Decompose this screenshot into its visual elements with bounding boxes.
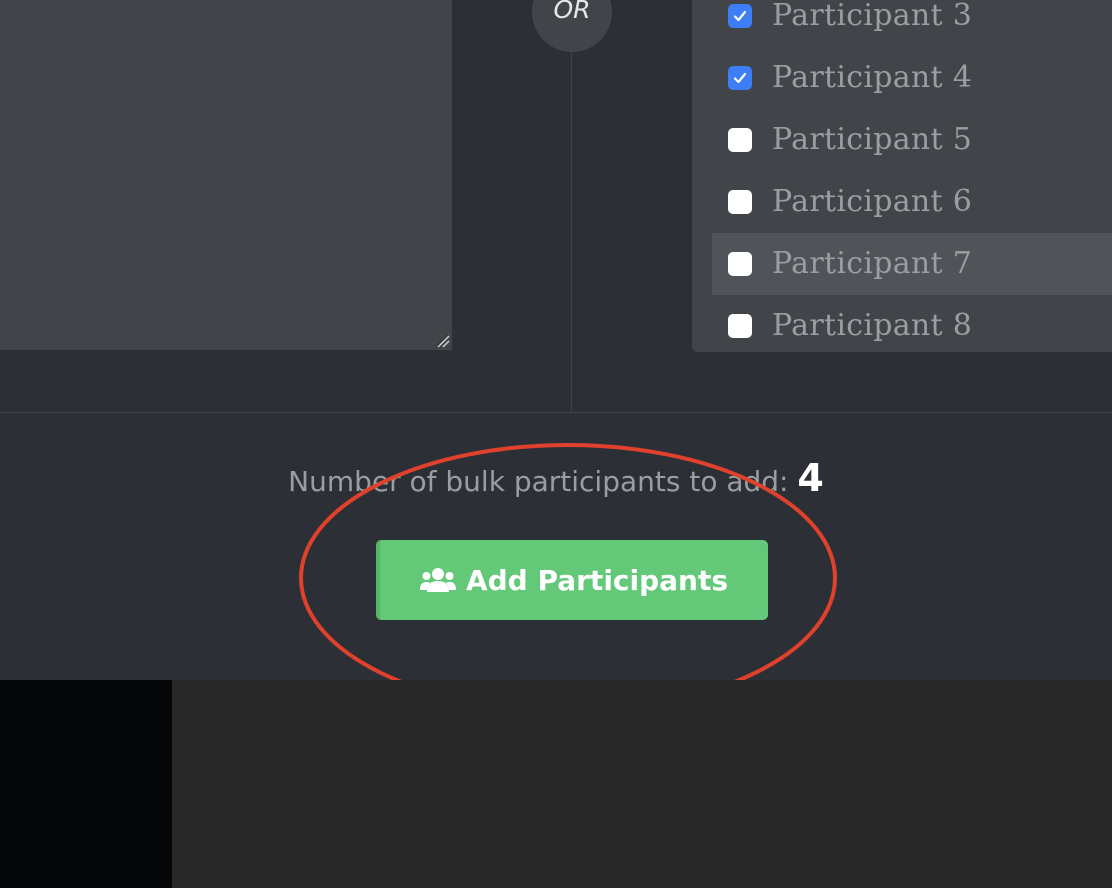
participant-checkbox-list[interactable]: Participant 3 Participant 4 Participant … — [692, 0, 1112, 352]
participant-checkbox[interactable] — [728, 190, 752, 214]
bulk-count-value: 4 — [797, 456, 824, 500]
section-divider — [0, 412, 1112, 413]
participant-checkbox[interactable] — [728, 314, 752, 338]
resize-handle-icon[interactable] — [436, 334, 450, 348]
participant-label: Participant 7 — [772, 246, 973, 281]
check-icon — [733, 10, 747, 22]
participant-label: Participant 4 — [772, 60, 973, 95]
participant-row[interactable]: Participant 5 — [712, 109, 1112, 171]
participant-label: Participant 6 — [772, 184, 973, 219]
or-divider-label: OR — [553, 0, 591, 24]
participant-checkbox[interactable] — [728, 128, 752, 152]
or-divider-line — [571, 0, 572, 412]
add-participants-button[interactable]: Add Participants — [376, 540, 768, 620]
bulk-count-label: Number of bulk participants to add: — [288, 465, 789, 498]
or-divider-badge: OR — [532, 0, 612, 52]
background-panel-left — [0, 680, 172, 888]
add-participants-label: Add Participants — [465, 563, 729, 597]
participant-checkbox[interactable] — [728, 4, 752, 28]
participant-row[interactable]: Participant 4 — [712, 47, 1112, 109]
check-icon — [733, 72, 747, 84]
participant-label: Participant 5 — [772, 122, 973, 157]
background-panel-right — [172, 680, 1112, 888]
participant-row[interactable]: Participant 3 — [712, 0, 1112, 47]
participant-label: Participant 3 — [772, 0, 973, 33]
participant-row[interactable]: Participant 6 — [712, 171, 1112, 233]
participant-checkbox[interactable] — [728, 252, 752, 276]
bulk-participants-textarea[interactable] — [0, 0, 452, 350]
add-participants-modal: OR Participant 3 Participant 4 Participa… — [0, 0, 1112, 713]
bulk-count-text: Number of bulk participants to add: 4 — [0, 452, 1112, 508]
participant-label: Participant 8 — [772, 308, 973, 343]
participant-row[interactable]: Participant 7 — [712, 233, 1112, 295]
users-icon — [419, 568, 456, 592]
participant-checkbox[interactable] — [728, 66, 752, 90]
participant-row[interactable]: Participant 8 — [712, 295, 1112, 352]
